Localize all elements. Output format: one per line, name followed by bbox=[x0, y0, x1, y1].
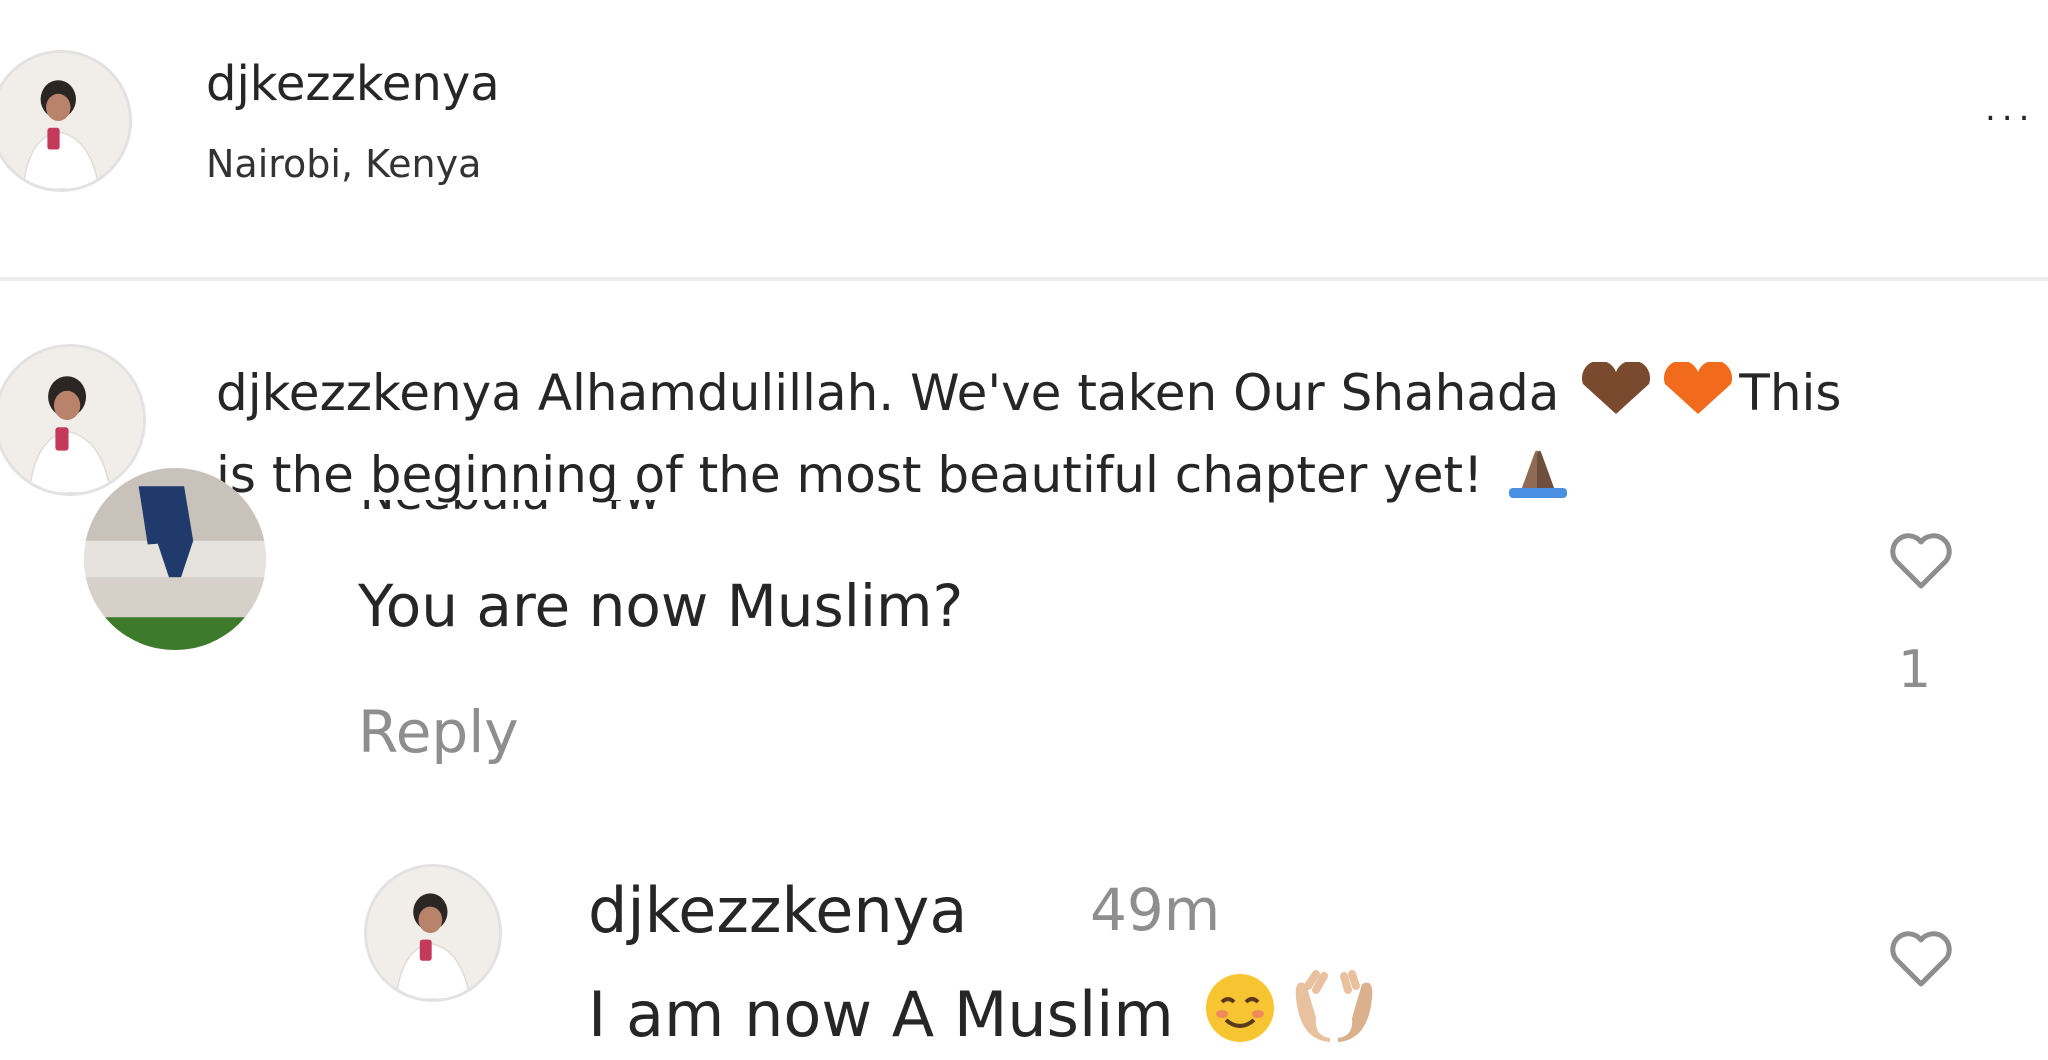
header-divider bbox=[0, 277, 2048, 281]
caption-line-1: djkezzkenya Alhamdulillah. We've taken O… bbox=[216, 362, 1841, 422]
avatar-photo bbox=[0, 347, 143, 493]
avatar-photo bbox=[84, 468, 266, 650]
like-count[interactable]: 1 bbox=[1898, 640, 1931, 700]
reply-username[interactable]: djkezzkenya bbox=[588, 874, 967, 947]
caption-author-avatar[interactable] bbox=[0, 344, 146, 496]
caption-text-line2: is the beginning of the most beautiful c… bbox=[216, 446, 1484, 504]
palms-up-together-icon bbox=[1295, 970, 1372, 1042]
avatar-photo bbox=[367, 867, 499, 999]
folded-hands-icon bbox=[1509, 450, 1568, 498]
smiling-face-icon bbox=[1205, 974, 1274, 1042]
caption-line-2: is the beginning of the most beautiful c… bbox=[216, 444, 1577, 504]
brown-heart-icon bbox=[1582, 362, 1651, 414]
commenter-avatar[interactable] bbox=[84, 468, 266, 650]
reply-timestamp: 49m bbox=[1090, 876, 1221, 944]
orange-heart-icon bbox=[1664, 362, 1733, 414]
like-heart-icon[interactable] bbox=[1888, 530, 1954, 592]
reply-text: I am now A Muslim bbox=[588, 978, 1174, 1051]
post-location[interactable]: Nairobi, Kenya bbox=[206, 142, 481, 186]
caption-text-tail: This bbox=[1739, 364, 1842, 422]
caption-text: Alhamdulillah. We've taken Our Shahada bbox=[537, 364, 1560, 422]
post-author-avatar[interactable] bbox=[0, 50, 132, 192]
post-author-username[interactable]: djkezzkenya bbox=[206, 56, 500, 112]
reply-like-heart-icon[interactable] bbox=[1888, 928, 1954, 990]
comment-text: You are now Muslim? bbox=[358, 572, 964, 640]
reply-text-line: I am now A Muslim bbox=[588, 968, 1382, 1051]
more-options-icon[interactable]: ... bbox=[1985, 92, 2035, 126]
reply-button[interactable]: Reply bbox=[358, 698, 519, 766]
reply-author-avatar[interactable] bbox=[364, 864, 502, 1002]
comment-author-partial: Neebula · 4w bbox=[360, 500, 880, 532]
avatar-photo bbox=[0, 53, 129, 189]
caption-username[interactable]: djkezzkenya bbox=[216, 364, 522, 422]
